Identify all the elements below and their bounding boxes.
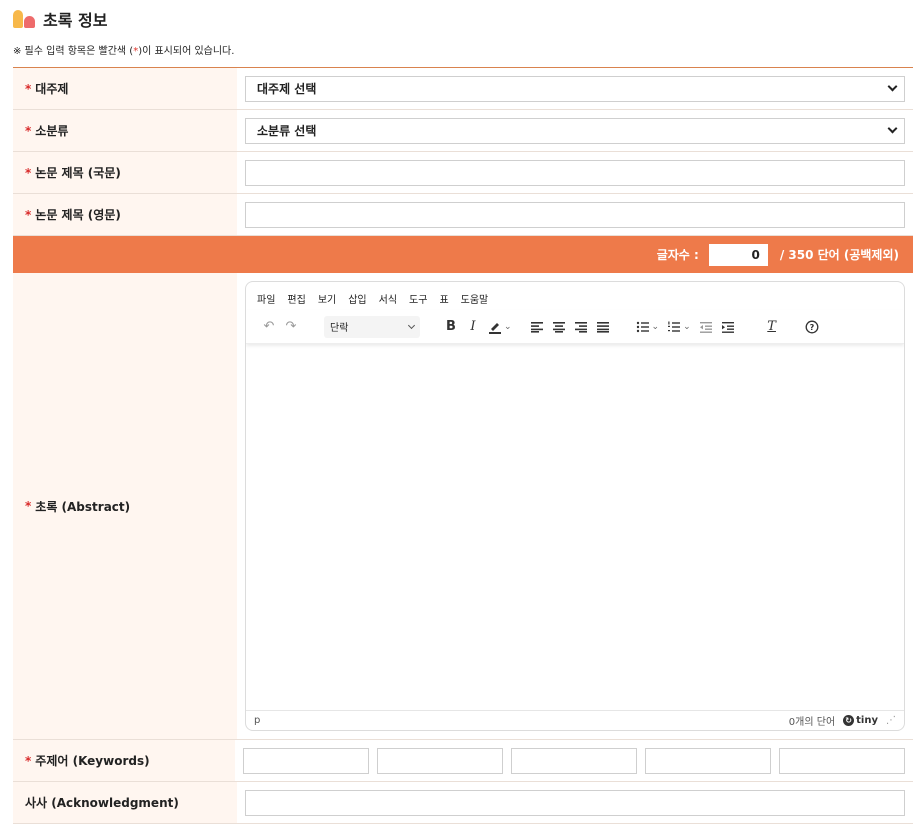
redo-icon[interactable]: ↷ <box>280 316 302 338</box>
row-category: * 대주제 대주제 선택 <box>13 68 913 110</box>
italic-icon[interactable]: I <box>462 316 484 338</box>
editor-toolbar: ↶ ↷ 단락 B I ⌄ ⌄ ⌄ T ? <box>246 310 904 344</box>
notice-text-before: ※ 필수 입력 항목은 빨간색 ( <box>13 46 134 57</box>
subcategory-select[interactable]: 소분류 선택 <box>245 117 905 144</box>
keyword-input-3[interactable] <box>511 747 637 774</box>
category-label-text: 대주제 <box>35 82 69 96</box>
menu-file[interactable]: 파일 <box>257 291 275 310</box>
tiny-brand[interactable]: ↻ tiny <box>843 715 878 726</box>
abstract-label: * 초록 (Abstract) <box>13 273 237 739</box>
keyword-input-5[interactable] <box>779 747 905 774</box>
subcategory-label: * 소분류 <box>13 110 237 151</box>
menu-tools[interactable]: 도구 <box>409 291 427 310</box>
numbered-list-icon[interactable] <box>663 316 685 338</box>
title-ko-label: * 논문 제목 (국문) <box>13 152 237 193</box>
row-acknowledgment: 사사 (Acknowledgment) <box>13 782 913 824</box>
outdent-icon[interactable] <box>695 316 717 338</box>
required-star: * <box>25 81 32 96</box>
abstract-form: * 대주제 대주제 선택 * 소분류 소분류 선택 * 논문 제목 (국문) * 논문 … <box>13 67 913 824</box>
required-notice: ※ 필수 입력 항목은 빨간색 (*)이 표시되어 있습니다. <box>13 42 234 57</box>
editor-content-area[interactable] <box>246 344 904 710</box>
acknowledgment-label: 사사 (Acknowledgment) <box>13 782 237 823</box>
chevron-down-icon <box>887 123 898 134</box>
chevron-down-icon[interactable]: ⌄ <box>652 322 660 332</box>
align-right-icon[interactable] <box>570 316 592 338</box>
menu-help[interactable]: 도움말 <box>461 291 489 310</box>
editor-statusbar: p 0개의 단어 ↻ tiny ⋰ <box>246 710 904 730</box>
keywords-label-text: 주제어 (Keywords) <box>35 754 150 768</box>
chevron-down-icon <box>407 321 416 329</box>
section-title: 초록 정보 <box>43 11 108 30</box>
title-en-label: * 논문 제목 (영문) <box>13 194 237 235</box>
required-star: * <box>25 123 32 138</box>
required-star: * <box>25 165 32 180</box>
svg-text:?: ? <box>809 323 814 332</box>
menu-insert[interactable]: 삽입 <box>348 291 366 310</box>
word-count-limit: / 350 단어 (공백제외) <box>779 248 899 262</box>
tiny-brand-text: tiny <box>856 715 878 726</box>
chevron-down-icon[interactable]: ⌄ <box>504 322 512 332</box>
element-path[interactable]: p <box>254 715 260 726</box>
title-en-label-text: 논문 제목 (영문) <box>35 208 121 222</box>
menu-edit[interactable]: 편집 <box>287 291 305 310</box>
resize-handle-icon[interactable]: ⋰ <box>886 715 896 726</box>
help-icon[interactable]: ? <box>801 316 823 338</box>
row-keywords: * 주제어 (Keywords) <box>13 740 913 782</box>
block-format-select[interactable]: 단락 <box>324 315 420 338</box>
acknowledgment-input[interactable] <box>245 789 905 816</box>
menu-view[interactable]: 보기 <box>318 291 336 310</box>
subcategory-label-text: 소분류 <box>35 124 69 138</box>
row-abstract: * 초록 (Abstract) 파일 편집 보기 삽입 서식 도구 표 도움말 ↶… <box>13 273 913 740</box>
row-title-ko: * 논문 제목 (국문) <box>13 152 913 194</box>
required-star: * <box>25 753 32 768</box>
category-select[interactable]: 대주제 선택 <box>245 75 905 102</box>
align-center-icon[interactable] <box>548 316 570 338</box>
title-ko-input[interactable] <box>245 159 905 186</box>
tiny-logo-icon: ↻ <box>843 715 855 726</box>
title-en-input[interactable] <box>245 201 905 228</box>
required-star: * <box>25 207 32 222</box>
keyword-input-1[interactable] <box>243 747 369 774</box>
keyword-input-2[interactable] <box>377 747 503 774</box>
highlight-color-icon[interactable] <box>484 316 506 338</box>
acknowledgment-label-text: 사사 (Acknowledgment) <box>25 796 179 810</box>
subcategory-select-value: 소분류 선택 <box>257 124 317 138</box>
align-left-icon[interactable] <box>526 316 548 338</box>
title-ko-label-text: 논문 제목 (국문) <box>35 166 121 180</box>
editor-menubar: 파일 편집 보기 삽입 서식 도구 표 도움말 <box>246 282 904 310</box>
category-label: * 대주제 <box>13 68 237 109</box>
align-justify-icon[interactable] <box>592 316 614 338</box>
rich-text-editor: 파일 편집 보기 삽입 서식 도구 표 도움말 ↶ ↷ 단락 B I ⌄ ⌄ ⌄… <box>245 281 905 731</box>
menu-table[interactable]: 표 <box>439 291 448 310</box>
chevron-down-icon[interactable]: ⌄ <box>683 322 691 332</box>
abstract-label-text: 초록 (Abstract) <box>35 499 131 514</box>
section-logo-icon <box>13 10 37 28</box>
word-count-bar: 글자수 : 0 / 350 단어 (공백제외) <box>13 236 913 273</box>
word-count-value: 0 <box>708 243 768 266</box>
clear-formatting-icon[interactable]: T <box>761 316 783 338</box>
category-select-value: 대주제 선택 <box>257 82 317 96</box>
bullet-list-icon[interactable] <box>632 316 654 338</box>
keyword-input-4[interactable] <box>645 747 771 774</box>
section-header: 초록 정보 <box>13 8 107 30</box>
word-count-label: 글자수 : <box>656 248 699 262</box>
word-count-status[interactable]: 0개의 단어 <box>789 713 835 728</box>
notice-text-after: )이 표시되어 있습니다. <box>138 46 235 57</box>
row-subcategory: * 소분류 소분류 선택 <box>13 110 913 152</box>
undo-icon[interactable]: ↶ <box>258 316 280 338</box>
menu-format[interactable]: 서식 <box>379 291 397 310</box>
block-format-value: 단락 <box>330 323 349 334</box>
bold-icon[interactable]: B <box>440 316 462 338</box>
keywords-label: * 주제어 (Keywords) <box>13 740 235 781</box>
required-star: * <box>25 499 32 513</box>
chevron-down-icon <box>887 81 898 92</box>
indent-icon[interactable] <box>717 316 739 338</box>
row-title-en: * 논문 제목 (영문) <box>13 194 913 236</box>
